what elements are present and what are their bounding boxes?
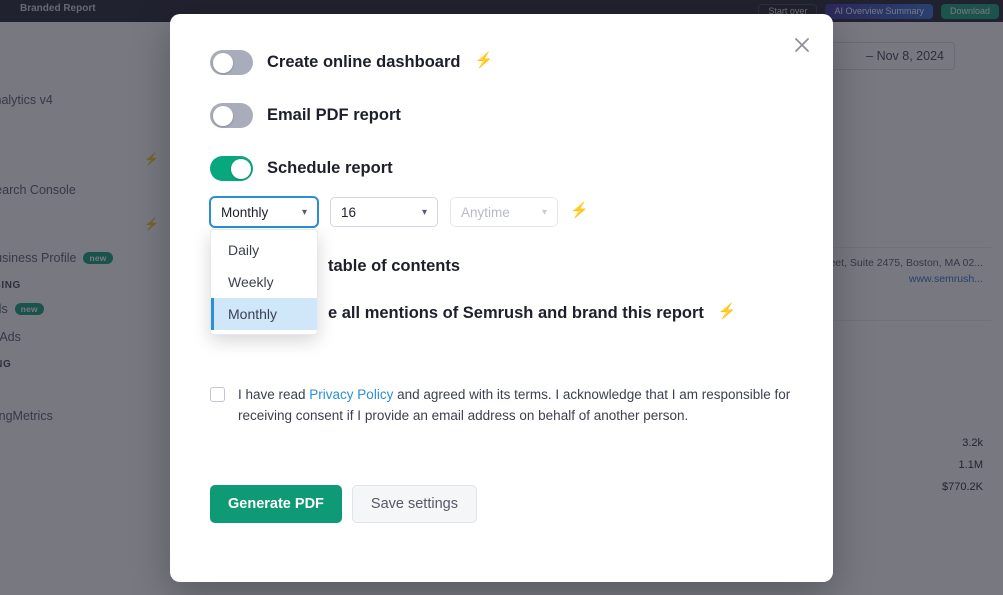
frequency-select[interactable]: Monthly ▾ xyxy=(210,197,318,227)
label-create-online-dashboard: Create online dashboard xyxy=(267,53,461,71)
toggle-schedule-report[interactable] xyxy=(210,156,253,181)
report-settings-modal: Create online dashboard ⚡ Email PDF repo… xyxy=(170,14,833,582)
label-remove-mentions: e all mentions of Semrush and brand this… xyxy=(328,304,704,322)
frequency-value: Monthly xyxy=(221,204,269,220)
row-email-pdf-report: Email PDF report xyxy=(210,103,793,128)
modal-footer: Generate PDF Save settings xyxy=(210,484,793,523)
chevron-down-icon: ▾ xyxy=(301,206,307,218)
lightning-icon: ⚡ xyxy=(474,52,494,69)
day-select[interactable]: 16 ▾ xyxy=(330,197,438,227)
toggle-create-online-dashboard[interactable] xyxy=(210,50,253,75)
chevron-down-icon: ▾ xyxy=(541,206,547,218)
time-select[interactable]: Anytime ▾ xyxy=(450,197,558,227)
row-schedule-report: Schedule report xyxy=(210,156,793,181)
frequency-option-weekly[interactable]: Weekly xyxy=(211,266,317,298)
consent-text-before: I have read xyxy=(238,387,310,402)
lightning-icon: ⚡ xyxy=(570,201,589,219)
privacy-policy-link[interactable]: Privacy Policy xyxy=(309,387,393,402)
frequency-option-monthly[interactable]: Monthly xyxy=(211,298,317,330)
toggle-knob xyxy=(212,105,233,126)
lightning-icon: ⚡ xyxy=(717,303,737,320)
row-create-online-dashboard: Create online dashboard ⚡ xyxy=(210,50,793,75)
day-value: 16 xyxy=(341,204,357,220)
consent-checkbox[interactable] xyxy=(210,387,225,402)
toggle-knob xyxy=(212,52,233,73)
time-value: Anytime xyxy=(461,204,510,220)
toggle-email-pdf-report[interactable] xyxy=(210,103,253,128)
save-settings-button[interactable]: Save settings xyxy=(351,484,477,523)
consent-text: I have read Privacy Policy and agreed wi… xyxy=(238,385,793,427)
label-schedule-report: Schedule report xyxy=(267,159,393,177)
consent-row: I have read Privacy Policy and agreed wi… xyxy=(210,385,793,427)
frequency-dropdown-list[interactable]: Daily Weekly Monthly xyxy=(210,229,318,335)
modal-body: Create online dashboard ⚡ Email PDF repo… xyxy=(170,14,833,523)
schedule-controls: Monthly ▾ Daily Weekly Monthly 16 ▾ Anyt… xyxy=(210,197,793,335)
chevron-down-icon: ▾ xyxy=(421,206,427,218)
label-table-of-contents: table of contents xyxy=(328,257,461,275)
frequency-option-daily[interactable]: Daily xyxy=(211,234,317,266)
generate-pdf-button[interactable]: Generate PDF xyxy=(210,484,342,523)
toggle-knob xyxy=(230,158,251,179)
label-email-pdf-report: Email PDF report xyxy=(267,106,401,124)
